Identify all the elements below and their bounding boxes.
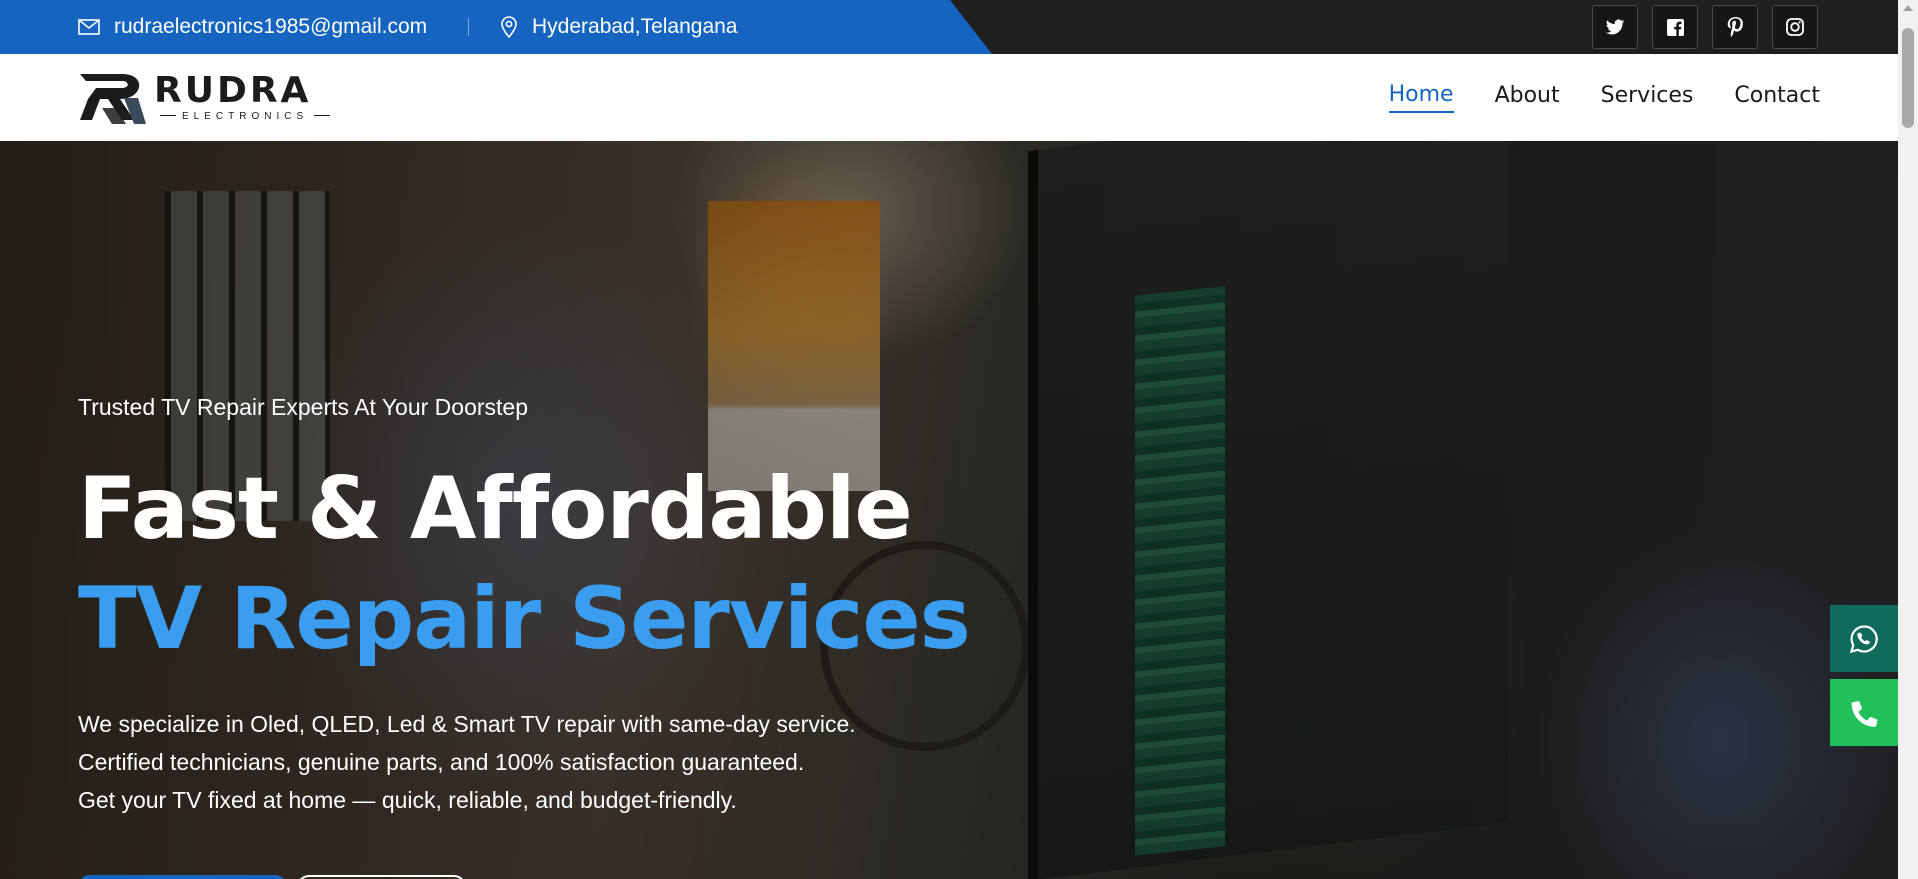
twitter-icon	[1605, 19, 1625, 34]
email-contact[interactable]: rudraelectronics1985@gmail.com	[78, 0, 427, 54]
main-navbar: RUDRA ELECTRONICS Home About Services Co…	[0, 54, 1898, 141]
call-float-button[interactable]	[1830, 679, 1898, 746]
pinterest-link[interactable]	[1712, 5, 1758, 49]
whatsapp-float-button[interactable]	[1830, 605, 1898, 672]
hero-tagline: Trusted TV Repair Experts At Your Doorst…	[78, 394, 529, 420]
scrollbar-thumb[interactable]	[1902, 28, 1914, 128]
logo-subtitle: ELECTRONICS	[154, 111, 336, 122]
hero-title-line2: TV Repair Services	[78, 569, 971, 669]
twitter-link[interactable]	[1592, 5, 1638, 49]
instagram-link[interactable]	[1772, 5, 1818, 49]
page-scrollbar[interactable]	[1898, 0, 1918, 879]
logo-text: RUDRA ELECTRONICS	[154, 69, 336, 122]
location-contact: Hyderabad,Telangana	[500, 0, 738, 54]
nav-about[interactable]: About	[1495, 83, 1560, 112]
location-pin-icon	[501, 16, 517, 38]
mail-icon	[78, 19, 100, 35]
social-links	[1592, 5, 1818, 49]
hero-description-line: Certified technicians, genuine parts, an…	[78, 749, 805, 775]
location-text: Hyderabad,Telangana	[532, 15, 738, 38]
contact-divider	[468, 18, 469, 36]
nav-menu: Home About Services Contact	[1388, 54, 1820, 141]
nav-services[interactable]: Services	[1601, 83, 1694, 112]
top-contact-bar: rudraelectronics1985@gmail.com Hyderabad…	[0, 0, 1898, 54]
phone-icon	[1851, 700, 1878, 727]
hero-primary-button[interactable]	[78, 875, 287, 879]
scroll-up-arrow-icon[interactable]	[1903, 5, 1913, 11]
hero-description-line: Get your TV fixed at home — quick, relia…	[78, 787, 737, 813]
nav-contact[interactable]: Contact	[1734, 83, 1820, 112]
hero-section: Trusted TV Repair Experts At Your Doorst…	[0, 141, 1898, 879]
pinterest-icon	[1727, 17, 1743, 37]
logo-title: RUDRA	[154, 69, 312, 111]
facebook-link[interactable]	[1652, 5, 1698, 49]
nav-home[interactable]: Home	[1388, 82, 1454, 113]
hero-description: We specialize in Oled, QLED, Led & Smart…	[78, 705, 978, 819]
rudra-logo-mark-icon	[80, 74, 146, 124]
instagram-icon	[1786, 18, 1804, 36]
site-logo[interactable]: RUDRA ELECTRONICS	[78, 68, 336, 126]
hero-description-line: We specialize in Oled, QLED, Led & Smart…	[78, 711, 856, 737]
email-text: rudraelectronics1985@gmail.com	[114, 15, 428, 38]
hero-secondary-button[interactable]	[297, 875, 466, 879]
facebook-icon	[1666, 18, 1684, 36]
whatsapp-icon	[1849, 624, 1878, 653]
hero-title-line1: Fast & Affordable	[78, 459, 913, 559]
